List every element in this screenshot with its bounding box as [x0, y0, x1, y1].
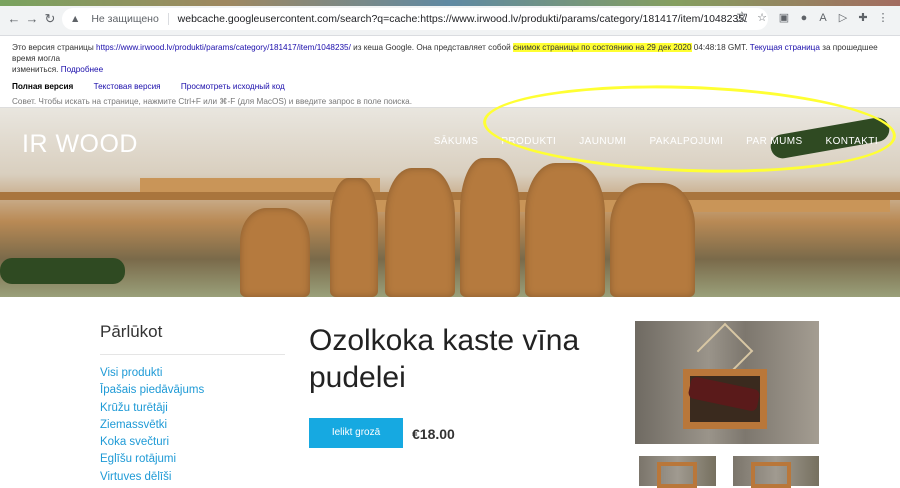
- product-price: €18.00: [412, 426, 455, 442]
- board-decor: [330, 178, 378, 297]
- board-decor: [240, 208, 310, 297]
- back-icon[interactable]: ←: [6, 11, 22, 27]
- text-version-link[interactable]: Текстовая версия: [94, 82, 161, 91]
- product-image[interactable]: [635, 321, 819, 444]
- adblock-icon[interactable]: ●: [796, 10, 812, 26]
- address-bar[interactable]: ▲ Не защищено webcache.googleusercontent…: [62, 8, 768, 30]
- board-decor: [610, 183, 695, 297]
- category-list: Visi produkti Īpašais piedāvājums Krūžu …: [100, 365, 285, 486]
- translate-icon[interactable]: 文: [734, 10, 750, 26]
- divider: [167, 13, 169, 26]
- forward-icon[interactable]: →: [24, 11, 40, 27]
- font-icon[interactable]: A: [815, 10, 831, 26]
- add-to-cart-button[interactable]: Ielikt grozā: [309, 418, 403, 448]
- category-sidebar: Pārlūkot Visi produkti Īpašais piedāvāju…: [100, 322, 285, 486]
- warning-icon[interactable]: ▲: [70, 13, 80, 25]
- category-link[interactable]: Īpašais piedāvājums: [100, 382, 285, 399]
- category-link[interactable]: Eglīšu rotājumi: [100, 451, 285, 468]
- insecure-label: Не защищено: [91, 13, 159, 25]
- sidebar-title: Pārlūkot: [100, 322, 285, 355]
- product-thumbnail[interactable]: [733, 456, 819, 488]
- cache-text: Это версия страницы: [12, 43, 97, 52]
- cache-text: из кеша Google. Она представляет собой: [350, 43, 513, 52]
- category-link[interactable]: Ziemassvētki: [100, 417, 285, 434]
- category-link[interactable]: Krūžu turētāji: [100, 400, 285, 417]
- snapshot-date: снимок страницы по состоянию на 29 дек 2…: [513, 43, 692, 52]
- tab-strip: [0, 0, 900, 6]
- cache-notice-line2: измениться. Подробнее: [12, 64, 888, 75]
- board-decor: [385, 168, 455, 297]
- browser-toolbar: ← → ↻ ▲ Не защищено webcache.googleuserc…: [0, 0, 900, 36]
- cache-time: 04:48:18 GMT.: [691, 43, 750, 52]
- cached-url-link[interactable]: https://www.irwood.lv/produkti/params/ca…: [96, 43, 351, 52]
- bottle-decor: [0, 258, 125, 284]
- current-page-link[interactable]: Текущая страница: [750, 43, 820, 52]
- cache-notice: Это версия страницы https://www.irwood.l…: [12, 42, 888, 64]
- cache-text: измениться.: [12, 65, 61, 74]
- reload-icon[interactable]: ↻: [42, 11, 58, 27]
- board-decor: [460, 158, 520, 297]
- extension-icon[interactable]: ▣: [776, 10, 792, 26]
- view-source-link[interactable]: Просмотреть исходный код: [181, 82, 285, 91]
- menu-icon[interactable]: ⋮: [875, 10, 891, 26]
- product-thumbnail[interactable]: [639, 456, 716, 488]
- category-link[interactable]: Koka svečturi: [100, 434, 285, 451]
- site-logo[interactable]: IR WOOD: [22, 130, 138, 159]
- url-text[interactable]: webcache.googleusercontent.com/search?q=…: [178, 13, 747, 25]
- category-link[interactable]: Visi produkti: [100, 365, 285, 382]
- product-title: Ozolkoka kaste vīna pudelei: [309, 324, 580, 394]
- nav-sakums[interactable]: SĀKUMS: [434, 136, 479, 147]
- full-version-link[interactable]: Полная версия: [12, 82, 73, 91]
- puzzle-icon[interactable]: ✚: [855, 10, 871, 26]
- category-link[interactable]: Virtuves dēlīši: [100, 469, 285, 486]
- bookmark-star-icon[interactable]: ☆: [754, 10, 770, 26]
- board-decor: [525, 163, 605, 297]
- play-icon[interactable]: ▷: [835, 10, 851, 26]
- more-info-link[interactable]: Подробнее: [61, 65, 103, 74]
